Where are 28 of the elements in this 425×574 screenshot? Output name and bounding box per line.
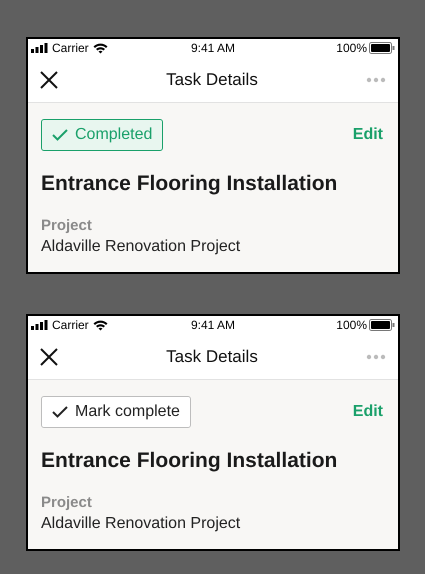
carrier-label: Carrier	[52, 41, 89, 55]
field-label: Project	[41, 217, 93, 234]
battery-percent: 100%	[336, 318, 367, 332]
complete-button[interactable]: Completed	[41, 119, 164, 151]
wifi-icon	[92, 42, 108, 54]
signal-icon	[31, 320, 48, 330]
field-value: Aldaville Renovation Project	[41, 238, 242, 256]
close-button[interactable]	[40, 70, 58, 88]
screen-title: Task Details	[166, 70, 258, 90]
checkmark-icon	[52, 406, 68, 418]
battery-percent: 100%	[336, 41, 367, 55]
task-title: Entrance Flooring Installation	[41, 449, 338, 473]
task-title: Entrance Flooring Installation	[41, 172, 338, 196]
complete-button[interactable]: Mark complete	[41, 396, 191, 428]
wifi-icon	[92, 320, 108, 330]
edit-link[interactable]: Edit	[352, 126, 383, 144]
close-button[interactable]	[40, 348, 58, 366]
clock-time: 9:41 AM	[190, 41, 236, 55]
field-label: Project	[41, 494, 93, 511]
battery-icon	[369, 319, 395, 331]
screen-title: Task Details	[166, 346, 258, 366]
checkmark-icon	[52, 129, 68, 141]
field-value: Aldaville Renovation Project	[41, 515, 242, 533]
edit-link[interactable]: Edit	[352, 403, 383, 421]
carrier-label: Carrier	[52, 318, 89, 332]
battery-icon	[369, 42, 395, 54]
clock-time: 9:41 AM	[190, 318, 236, 332]
signal-icon	[31, 43, 48, 53]
